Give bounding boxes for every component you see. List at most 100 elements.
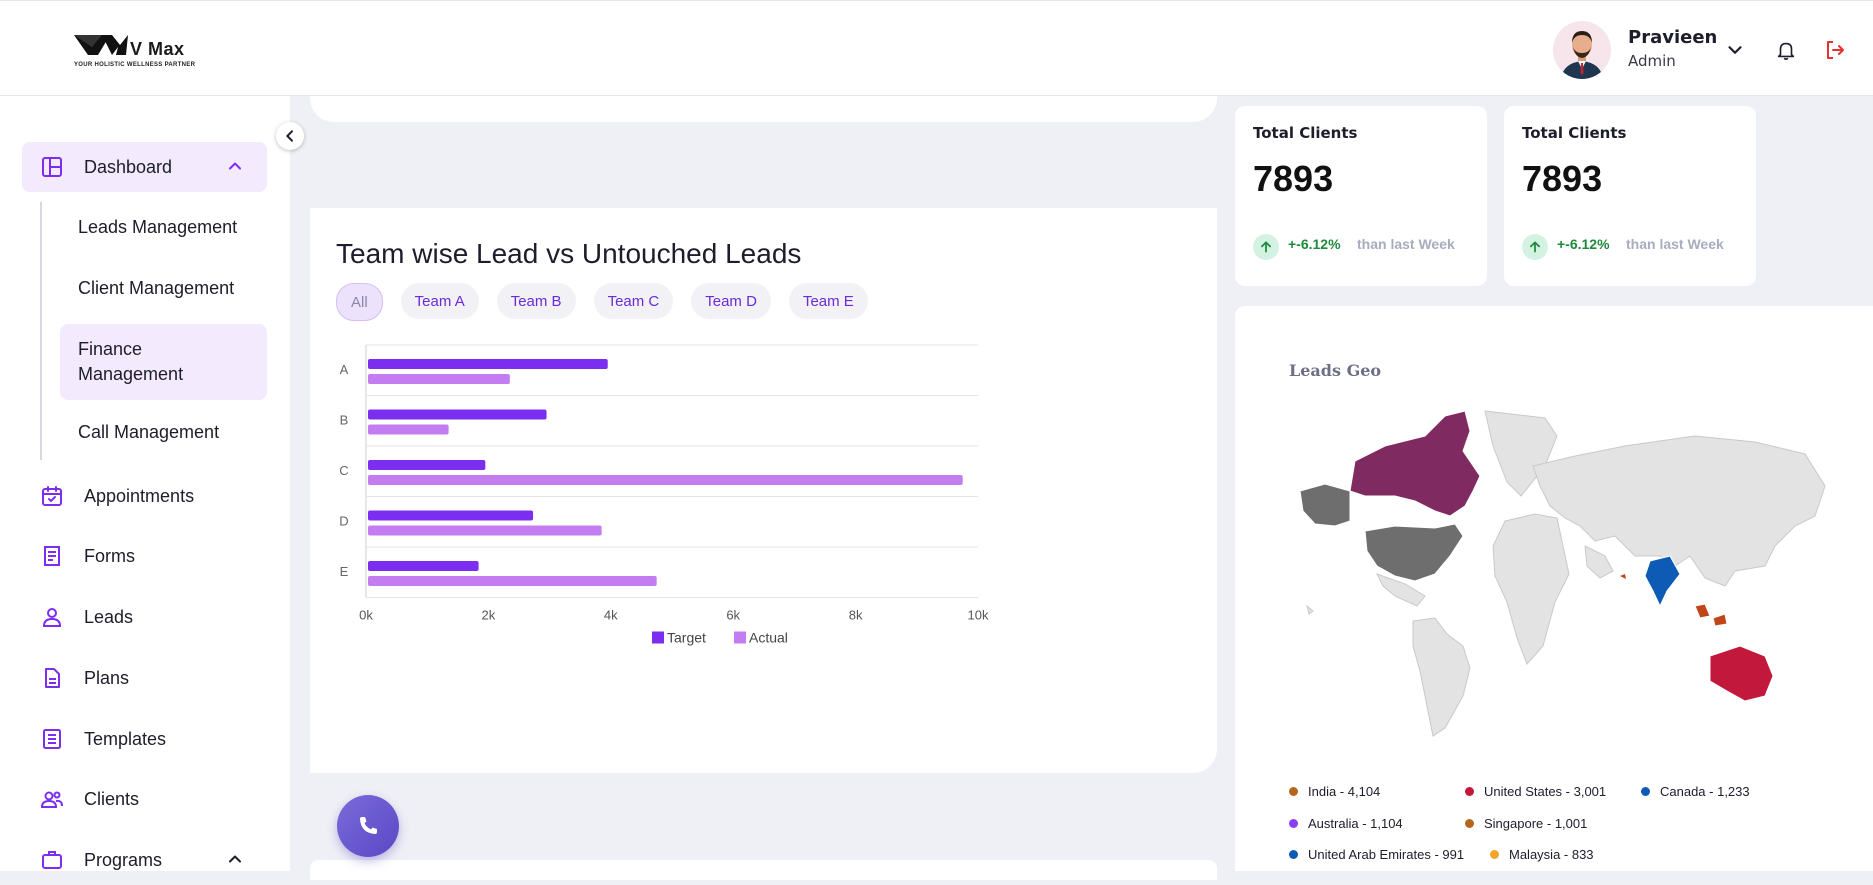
dashboard-icon bbox=[42, 157, 62, 177]
x-tick-label: 8k bbox=[849, 608, 863, 623]
legend-label: Malaysia - 833 bbox=[1509, 847, 1594, 862]
stat-title: Total Clients bbox=[1253, 124, 1358, 142]
bar-target bbox=[368, 359, 608, 369]
legend-dot bbox=[1490, 850, 1499, 859]
sidebar-subitem-label: Leads Management bbox=[78, 216, 238, 237]
geo-legend-item: India - 4,104 bbox=[1289, 784, 1380, 799]
legend-dot bbox=[1289, 819, 1298, 828]
sidebar-item-label: Templates bbox=[84, 728, 167, 749]
legend-label: United Arab Emirates - 991 bbox=[1308, 847, 1465, 862]
category-label: B bbox=[340, 413, 349, 428]
legend-label: Actual bbox=[749, 630, 788, 646]
sidebar-item-label: Plans bbox=[84, 667, 130, 688]
bar-target bbox=[368, 510, 534, 521]
stat-value: 7893 bbox=[1522, 158, 1603, 199]
user-name: Pravieen bbox=[1628, 27, 1718, 48]
legend-dot bbox=[1465, 819, 1474, 828]
legend-swatch bbox=[652, 631, 664, 644]
bar-actual bbox=[368, 424, 449, 435]
brand-name: V Max bbox=[130, 39, 185, 59]
category-label: E bbox=[340, 564, 349, 579]
bell-icon[interactable] bbox=[1775, 38, 1797, 62]
sidebar-item-forms[interactable]: Forms bbox=[22, 531, 267, 581]
bar-actual bbox=[368, 475, 963, 485]
stat-note: than last Week bbox=[1357, 236, 1455, 252]
stat-value: 7893 bbox=[1253, 158, 1334, 199]
geo-legend-item: United Arab Emirates - 991 bbox=[1289, 847, 1464, 862]
legend-label: Target bbox=[667, 630, 706, 646]
legend-label: India - 4,104 bbox=[1308, 784, 1381, 799]
geo-legend-item: Singapore - 1,001 bbox=[1465, 816, 1587, 831]
world-map[interactable] bbox=[1295, 406, 1835, 751]
sidebar-subitem-call-management[interactable]: Call Management bbox=[60, 407, 267, 457]
brand-tagline: YOUR HOLISTIC WELLNESS PARTNER bbox=[74, 62, 196, 68]
logout-icon[interactable] bbox=[1823, 38, 1847, 62]
brand-logo[interactable]: V Max YOUR HOLISTIC WELLNESS PARTNER bbox=[72, 29, 212, 73]
sidebar-item-programs[interactable]: Programs bbox=[22, 835, 267, 885]
next-card bbox=[310, 860, 1217, 880]
trend-badge bbox=[1522, 234, 1548, 260]
sidebar-item-label: Forms bbox=[84, 545, 135, 566]
document-icon bbox=[45, 668, 60, 688]
stat-card-total-clients: Total Clients 7893 +-6.12% than last Wee… bbox=[1504, 106, 1756, 286]
legend-dot bbox=[1465, 787, 1474, 796]
map-canada bbox=[1349, 410, 1481, 517]
collapse-sidebar-button[interactable] bbox=[276, 122, 304, 150]
legend-swatch bbox=[734, 631, 746, 644]
sidebar-item-clients[interactable]: Clients bbox=[22, 774, 267, 824]
sidebar-item-appointments[interactable]: Appointments bbox=[22, 471, 267, 521]
sidebar-subitem-client-management[interactable]: Client Management bbox=[60, 263, 267, 313]
stat-note: than last Week bbox=[1626, 236, 1724, 252]
phone-icon bbox=[360, 817, 377, 834]
stat-change: +-6.12% bbox=[1557, 236, 1610, 252]
bar-target bbox=[368, 409, 547, 420]
user-role: Admin bbox=[1628, 52, 1676, 70]
sidebar-subitem-label: Call Management bbox=[78, 421, 220, 442]
chevron-up-icon[interactable] bbox=[225, 849, 245, 869]
sidebar-item-label: Clients bbox=[84, 788, 140, 809]
submenu-divider bbox=[40, 202, 42, 460]
chevron-down-icon[interactable] bbox=[1724, 39, 1746, 61]
category-label: A bbox=[340, 362, 349, 377]
team-leads-chart-card: Team wise Lead vs Untouched Leads All Te… bbox=[310, 208, 1217, 773]
user-avatar-icon bbox=[1553, 21, 1611, 79]
chart-title: Team wise Lead vs Untouched Leads bbox=[336, 238, 802, 269]
geo-legend-item: Australia - 1,104 bbox=[1289, 816, 1403, 831]
call-button[interactable] bbox=[337, 795, 399, 857]
briefcase-icon bbox=[42, 851, 62, 869]
legend-label: Canada - 1,233 bbox=[1660, 784, 1750, 799]
map-uae bbox=[1620, 574, 1626, 579]
sidebar-item-dashboard[interactable]: Dashboard bbox=[22, 142, 267, 192]
legend-dot bbox=[1289, 850, 1298, 859]
chevron-up-icon[interactable] bbox=[225, 156, 245, 176]
trend-badge bbox=[1253, 234, 1279, 260]
legend-label: Singapore - 1,001 bbox=[1484, 816, 1588, 831]
map-australia bbox=[1709, 645, 1774, 702]
x-tick-label: 0k bbox=[359, 608, 373, 623]
x-tick-label: 4k bbox=[604, 608, 618, 623]
stat-change: +-6.12% bbox=[1288, 236, 1341, 252]
legend-label: Australia - 1,104 bbox=[1308, 816, 1403, 831]
avatar[interactable] bbox=[1553, 21, 1611, 79]
sidebar-item-templates[interactable]: Templates bbox=[22, 714, 267, 764]
leads-geo-card: Leads Geo India - 4,104 United States - 3… bbox=[1235, 306, 1873, 871]
stat-title: Total Clients bbox=[1522, 124, 1627, 142]
sidebar-item-leads[interactable]: Leads bbox=[22, 592, 267, 642]
geo-legend-item: Malaysia - 833 bbox=[1490, 847, 1594, 862]
arrow-up-icon bbox=[1530, 241, 1540, 253]
top-bar: V Max YOUR HOLISTIC WELLNESS PARTNER Pra… bbox=[0, 0, 1873, 96]
stat-card-total-clients: Total Clients 7893 +-6.12% than last Wee… bbox=[1235, 106, 1487, 286]
legend-label: United States - 3,001 bbox=[1484, 784, 1607, 799]
geo-legend-item: United States - 3,001 bbox=[1465, 784, 1606, 799]
calendar-check-icon bbox=[42, 486, 62, 506]
map-alaska bbox=[1299, 483, 1351, 527]
sidebar-subitem-finance-management[interactable]: Finance Management bbox=[60, 324, 267, 400]
bar-actual bbox=[368, 525, 602, 536]
sidebar-item-plans[interactable]: Plans bbox=[22, 653, 267, 703]
team-leads-bar-chart: A B C D E 0k 2k 4k 6k 8k 10k Target Actual bbox=[339, 344, 989, 646]
sidebar-item-label: Appointments bbox=[84, 485, 195, 506]
sidebar-item-label: Leads bbox=[84, 606, 134, 627]
sidebar-subitem-leads-management[interactable]: Leads Management bbox=[60, 202, 267, 252]
sidebar: Dashboard Leads Management Client Manage… bbox=[0, 96, 290, 871]
chevron-left-icon bbox=[286, 130, 293, 142]
